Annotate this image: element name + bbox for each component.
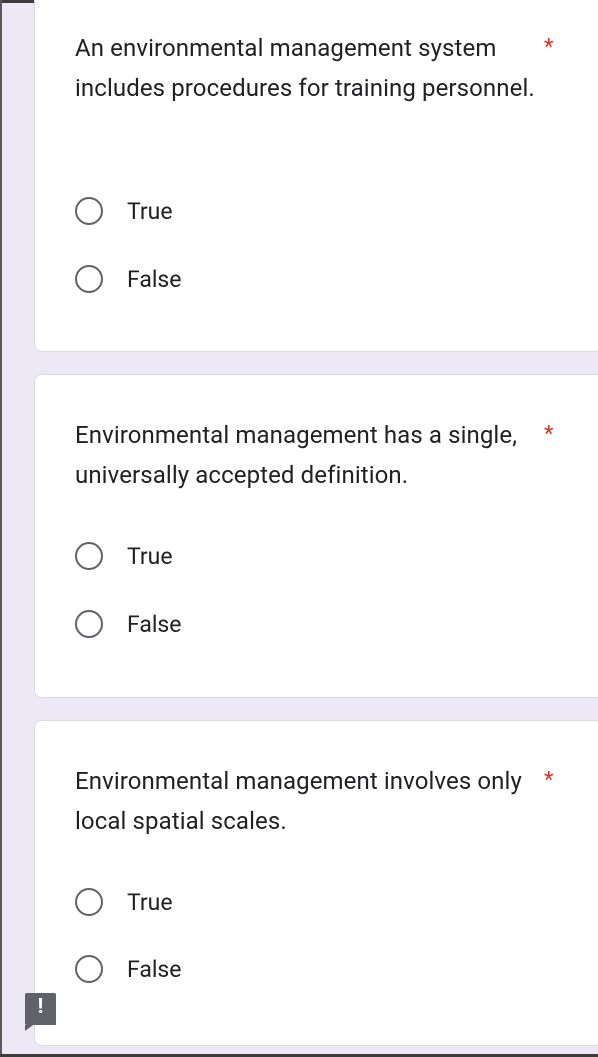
required-asterisk: * [544,768,554,793]
required-asterisk: * [544,422,554,447]
radio-button[interactable] [75,955,103,983]
option-label: False [127,610,182,638]
option-label: False [127,955,182,983]
radio-button[interactable] [75,542,103,570]
question-card-2: Environmental management has a single, u… [34,374,598,698]
question-1-text: An environmental management system inclu… [75,34,535,102]
question-card-1: An environmental management system inclu… [34,0,598,352]
question-2-text: Environmental management has a single, u… [75,421,518,489]
report-problem-glyph: ! [37,995,44,1019]
option-true[interactable]: True [75,193,173,229]
question-3-text: Environmental management involves only l… [75,767,522,835]
option-false[interactable]: False [75,606,182,642]
radio-button[interactable] [75,197,103,225]
question-card-3: Environmental management involves only l… [34,720,598,1046]
radio-button[interactable] [75,265,103,293]
option-false[interactable]: False [75,261,182,297]
option-label: True [127,197,173,225]
option-true[interactable]: True [75,538,173,574]
option-true[interactable]: True [75,884,173,920]
option-false[interactable]: False [75,951,182,987]
required-asterisk: * [544,35,554,60]
window-left-border [0,0,2,1057]
option-label: True [127,888,173,916]
option-label: True [127,542,173,570]
option-label: False [127,265,182,293]
report-problem-icon[interactable]: ! [25,993,56,1031]
radio-button[interactable] [75,610,103,638]
radio-button[interactable] [75,888,103,916]
